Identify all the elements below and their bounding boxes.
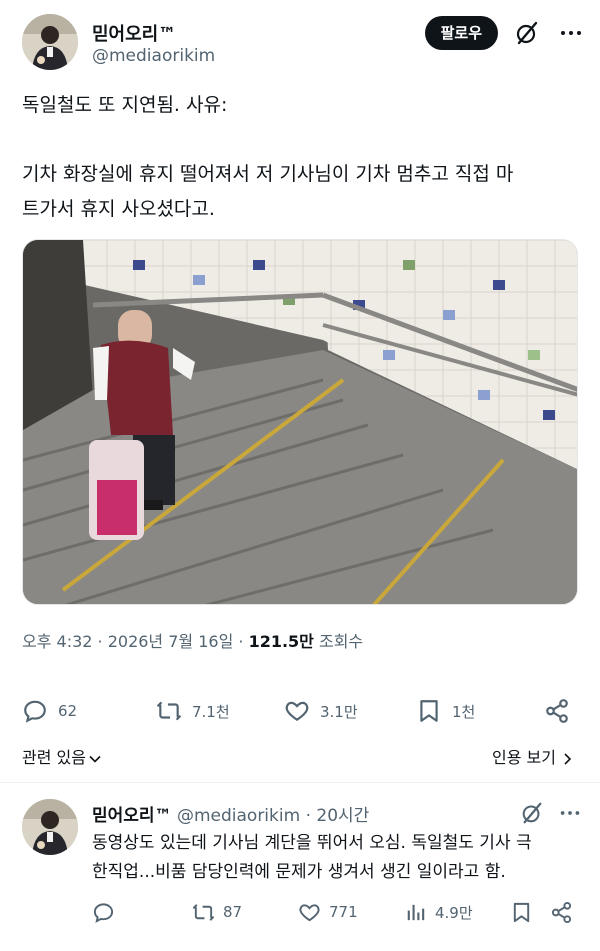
- bookmark-icon: [420, 700, 438, 722]
- reply-repost-count: 87: [223, 903, 243, 921]
- repost-count: 7.1천: [192, 702, 230, 721]
- reply-text-line-2: 한직업...비품 담당인력에 문제가 생겨서 생긴 일이라고 함.: [92, 862, 506, 882]
- post-text-body: 기차 화장실에 휴지 떨어져서 저 기사님이 기차 멈추고 직접 마 트가서 휴…: [22, 157, 578, 227]
- reply-text-line-1: 동영상도 있는데 기사님 계단을 뛰어서 오심. 독일철도 기사 극: [92, 833, 532, 853]
- share-icon: [546, 699, 568, 723]
- avatar[interactable]: [22, 14, 78, 70]
- repost-icon: [192, 903, 215, 921]
- post-image[interactable]: [22, 239, 578, 605]
- reply-post[interactable]: 믿어오리™ @mediaorikim · 20시간 동영상도 있는데 기사님 계…: [0, 783, 600, 951]
- like-icon: [285, 701, 309, 721]
- reply-avatar[interactable]: [22, 799, 78, 855]
- post-actions: 62 7.1천 3.1만 1천: [22, 692, 578, 730]
- bookmark-count: 1천: [452, 702, 476, 721]
- reply-views-button[interactable]: 4.9만: [404, 897, 473, 927]
- reply-text: 동영상도 있는데 기사님 계단을 뛰어서 오심. 독일철도 기사 극 한직업..…: [92, 829, 578, 887]
- reply-header: 믿어오리™ @mediaorikim · 20시간: [92, 801, 369, 826]
- reply-icon: [24, 700, 46, 723]
- like-icon: [299, 903, 320, 921]
- chevron-down-icon: [89, 755, 101, 763]
- grok-icon[interactable]: [514, 20, 540, 46]
- reply-repost-button[interactable]: 87: [192, 897, 242, 927]
- post-timestamp[interactable]: 오후 4:32 · 2026년 7월 16일 ·: [22, 632, 249, 651]
- reply-bookmark-button[interactable]: [510, 897, 541, 927]
- post-text-line-2: 기차 화장실에 휴지 떨어져서 저 기사님이 기차 멈추고 직접 마: [22, 163, 514, 185]
- views-icon: [407, 904, 425, 920]
- reply-author-handle[interactable]: @mediaorikim: [177, 806, 300, 826]
- quotes-label: 인용 보기: [492, 748, 556, 767]
- view-quotes-link[interactable]: 인용 보기: [492, 744, 574, 768]
- reply-like-count: 771: [329, 903, 358, 921]
- reply-reply-button[interactable]: [92, 897, 123, 927]
- repost-icon: [157, 701, 181, 721]
- reply-views-count: 4.9만: [435, 903, 473, 922]
- post-timestamp-views: 오후 4:32 · 2026년 7월 16일 · 121.5만 조회수: [22, 628, 363, 652]
- views-label: 조회수: [313, 632, 364, 651]
- like-button[interactable]: 3.1만: [284, 692, 358, 730]
- author-handle[interactable]: @mediaorikim: [92, 46, 215, 66]
- reply-author-name[interactable]: 믿어오리™: [92, 806, 172, 826]
- more-icon[interactable]: [558, 801, 582, 825]
- author-name[interactable]: 믿어오리™: [92, 20, 176, 46]
- post-text-line-1: 독일철도 또 지연됨. 사유:: [22, 94, 228, 116]
- share-icon: [551, 901, 572, 923]
- post-text-line-3: 트가서 휴지 사오셨다고.: [22, 198, 215, 220]
- reply-time[interactable]: · 20시간: [300, 806, 370, 826]
- reply-icon: [93, 902, 114, 923]
- reply-actions: 87 771 4.9만: [92, 897, 578, 927]
- reply-share-button[interactable]: [550, 897, 581, 927]
- grok-icon[interactable]: [520, 801, 544, 825]
- reply-button[interactable]: 62: [22, 692, 77, 730]
- bookmark-button[interactable]: 1천: [416, 692, 475, 730]
- share-button[interactable]: [544, 692, 580, 730]
- reply-count: 62: [58, 702, 78, 720]
- post-header: 믿어오리™ @mediaorikim 팔로우: [22, 14, 584, 72]
- like-count: 3.1만: [320, 702, 358, 721]
- views-count: 121.5만: [248, 632, 314, 651]
- related-label: 관련 있음: [22, 748, 86, 767]
- repost-button[interactable]: 7.1천: [156, 692, 230, 730]
- more-icon[interactable]: [558, 20, 584, 46]
- chevron-right-icon: [564, 752, 572, 765]
- reply-like-button[interactable]: 771: [298, 897, 358, 927]
- bookmark-icon: [513, 902, 530, 922]
- related-toggle[interactable]: 관련 있음: [22, 744, 102, 768]
- follow-button[interactable]: 팔로우: [424, 16, 498, 50]
